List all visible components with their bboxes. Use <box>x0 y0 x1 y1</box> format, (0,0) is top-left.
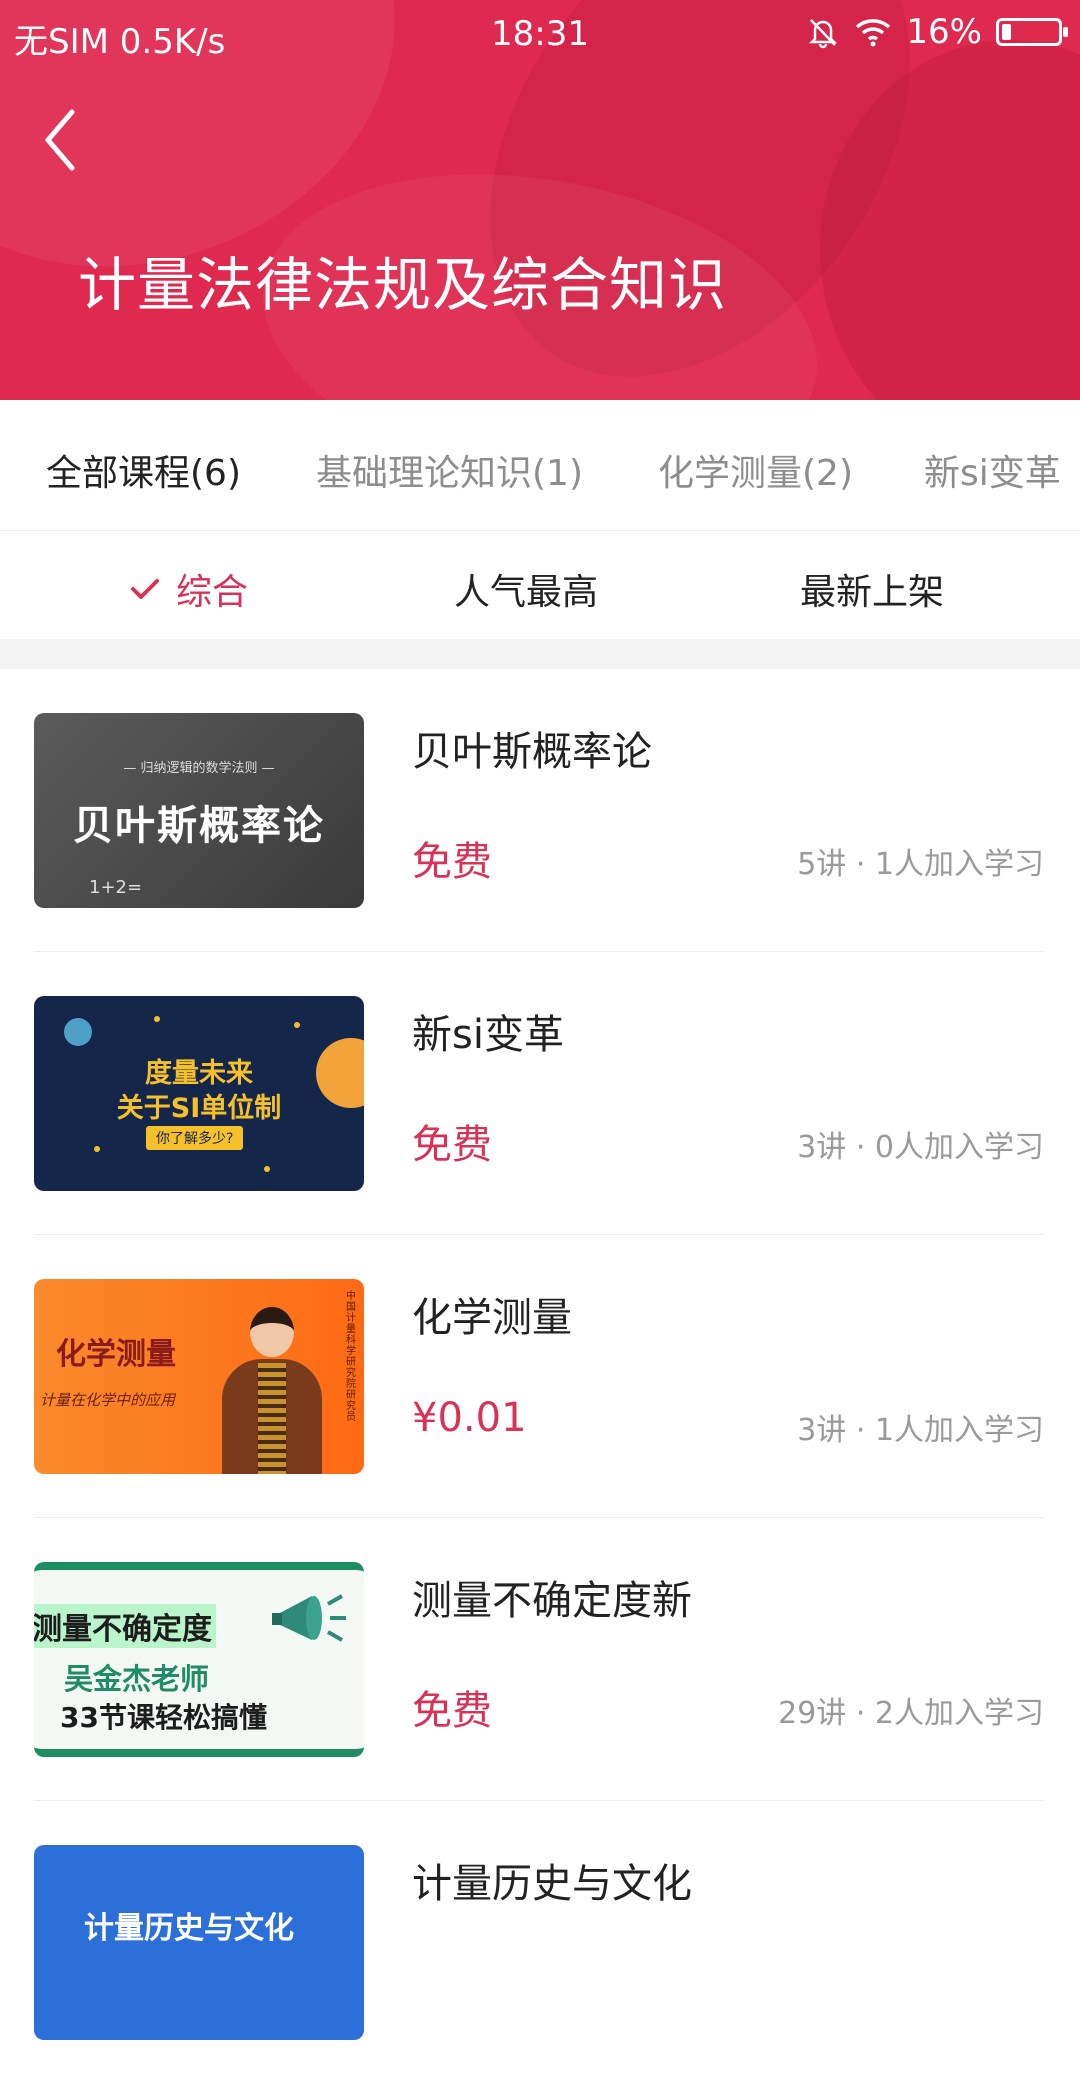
thumbnail-headline: 度量未来 <box>145 1058 253 1089</box>
course-title: 贝叶斯概率论 <box>412 729 652 775</box>
course-thumbnail: 计量历史与文化 <box>34 1845 364 2040</box>
star-decoration <box>154 1016 160 1022</box>
tab-chemical-measurement[interactable]: 化学测量(2) <box>658 444 853 496</box>
sort-bar: 综合 人气最高 最新上架 <box>0 531 1080 639</box>
header-banner: 无SIM 0.5K/s 18:31 16% 计量法律法规及综合知识 <box>0 0 1080 400</box>
course-title: 测量不确定度新 <box>412 1578 692 1624</box>
course-price: 免费 <box>412 1688 492 1734</box>
course-stats: 5讲 · 1人加入学习 <box>797 847 1044 882</box>
tab-all-courses[interactable]: 全部课程(6) <box>46 444 241 496</box>
sort-comprehensive[interactable]: 综合 <box>130 563 248 615</box>
bell-off-icon <box>809 19 838 49</box>
course-price: 免费 <box>412 839 492 885</box>
tab-new-si[interactable]: 新si变革 <box>924 444 1061 496</box>
sort-label: 人气最高 <box>454 572 599 613</box>
course-stats: 29讲 · 2人加入学习 <box>778 1696 1044 1731</box>
back-button[interactable] <box>30 100 90 180</box>
thumbnail-tag: 你了解多少? <box>146 1126 244 1150</box>
check-icon <box>131 579 159 599</box>
megaphone-icon <box>272 1594 346 1642</box>
thumbnail-caption: 33节课轻松搞懂 <box>60 1701 267 1734</box>
course-thumbnail: 度量未来 关于SI单位制 你了解多少? <box>34 996 364 1191</box>
course-item[interactable]: 化学测量 计量在化学中的应用 中国计量科学研究院 研究员 化学测量 ¥0.01 … <box>0 1235 1080 1518</box>
thumbnail-headline: 贝叶斯概率论 <box>73 803 325 849</box>
tab-basic-theory[interactable]: 基础理论知识(1) <box>316 444 583 496</box>
course-thumbnail: 测量不确定度 吴金杰老师 33节课轻松搞懂 <box>34 1562 364 1757</box>
thumbnail-vertical-text: 中国计量科学研究院 研究员 <box>346 1291 356 1423</box>
course-stats: 3讲 · 0人加入学习 <box>797 1130 1044 1165</box>
course-item[interactable]: 度量未来 关于SI单位制 你了解多少? 新si变革 免费 3讲 · 0人加入学习 <box>0 952 1080 1235</box>
course-item[interactable]: 测量不确定度 吴金杰老师 33节课轻松搞懂 测量不确定度新 免费 29讲 · 2… <box>0 1518 1080 1801</box>
thumbnail-subheadline: 计量在化学中的应用 <box>40 1391 176 1409</box>
course-item[interactable]: 计量历史与文化 计量历史与文化 <box>0 1801 1080 2084</box>
course-title: 新si变革 <box>412 1012 564 1058</box>
course-stats: 3讲 · 1人加入学习 <box>797 1413 1044 1448</box>
status-icons: 16% <box>806 12 1068 52</box>
course-price: 免费 <box>412 1122 492 1168</box>
planet-illustration <box>64 1018 92 1046</box>
sort-label: 综合 <box>176 572 249 613</box>
sort-newest[interactable]: 最新上架 <box>800 563 944 615</box>
course-thumbnail: — 归纳逻辑的数学法则 — 贝叶斯概率论 1+2= <box>34 713 364 908</box>
chevron-left-icon <box>45 109 75 171</box>
course-item[interactable]: — 归纳逻辑的数学法则 — 贝叶斯概率论 1+2= 贝叶斯概率论 免费 5讲 ·… <box>0 669 1080 952</box>
course-title: 化学测量 <box>412 1295 572 1341</box>
thumbnail-headline: 化学测量 <box>56 1337 176 1372</box>
thumbnail-formula: 1+2= <box>89 877 143 898</box>
thumbnail-caption: — 归纳逻辑的数学法则 — <box>123 761 275 776</box>
instructor-photo <box>214 1299 330 1474</box>
sort-most-popular[interactable]: 人气最高 <box>454 563 598 615</box>
course-thumbnail: 化学测量 计量在化学中的应用 中国计量科学研究院 研究员 <box>34 1279 364 1474</box>
thumbnail-headline: 测量不确定度 <box>34 1604 216 1648</box>
category-tabs: 全部课程(6) 基础理论知识(1) 化学测量(2) 新si变革 <box>0 400 1080 531</box>
thumbnail-headline: 计量历史与文化 <box>84 1911 294 1946</box>
thumbnail-subheadline: 吴金杰老师 <box>64 1662 210 1696</box>
wifi-icon <box>856 19 891 47</box>
thumbnail-subheadline: 关于SI单位制 <box>116 1093 282 1124</box>
section-separator <box>0 639 1080 669</box>
star-decoration <box>294 1022 300 1028</box>
star-decoration <box>94 1146 100 1152</box>
battery-percent: 16% <box>906 12 982 52</box>
page-title: 计量法律法规及综合知识 <box>78 251 728 319</box>
course-price: ¥0.01 <box>412 1395 527 1441</box>
battery-icon <box>996 18 1068 46</box>
status-bar: 无SIM 0.5K/s 18:31 16% <box>0 0 1080 70</box>
sort-label: 最新上架 <box>800 572 945 613</box>
star-decoration <box>264 1166 270 1172</box>
course-title: 计量历史与文化 <box>412 1861 692 1907</box>
